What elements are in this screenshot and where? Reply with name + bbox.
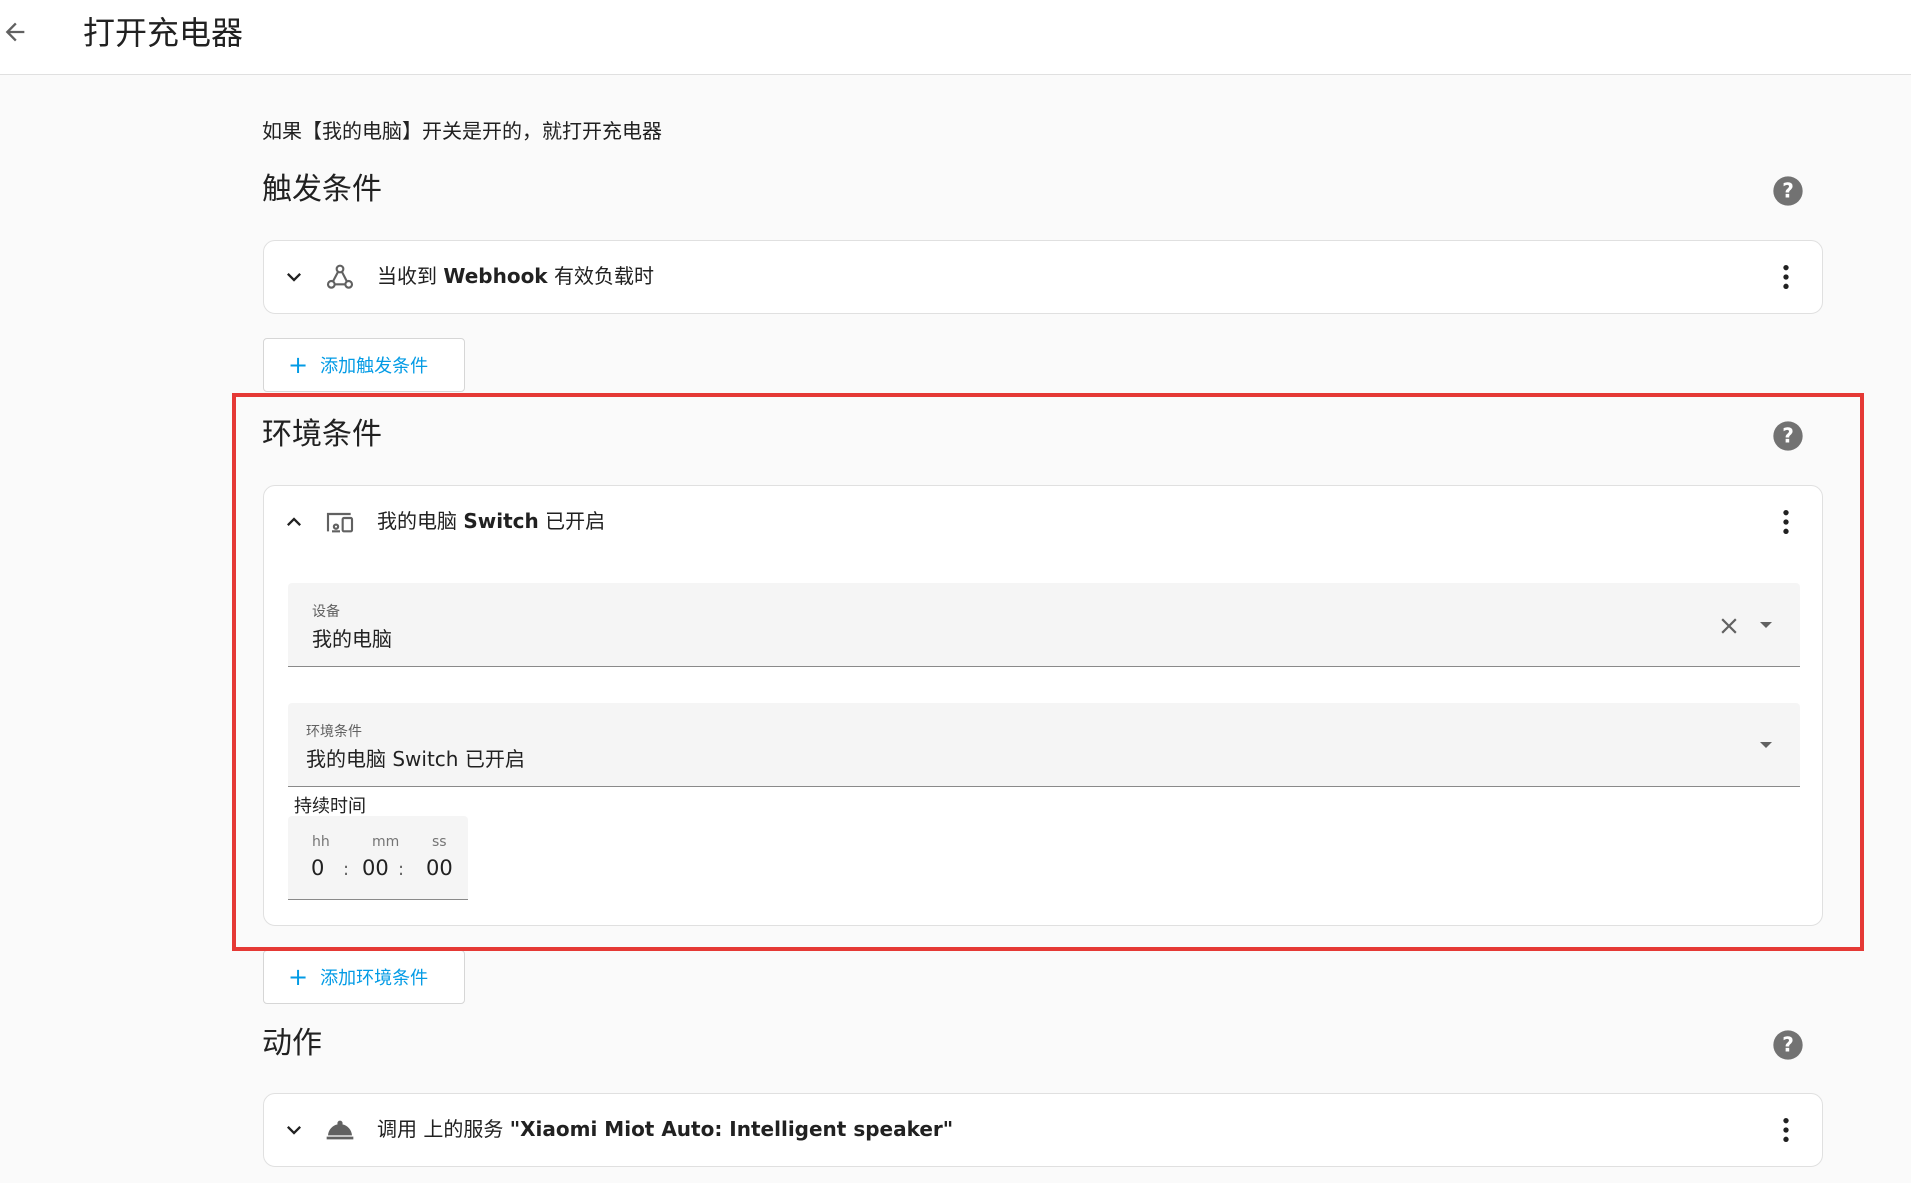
more-vert-icon[interactable] <box>1770 261 1802 293</box>
condition-label: 我的电脑 Switch 已开启 <box>377 506 605 536</box>
more-vert-icon[interactable] <box>1770 1114 1802 1146</box>
arrow-left-icon <box>5 22 25 42</box>
more-vert-icon[interactable] <box>1770 506 1802 538</box>
add-trigger-button[interactable]: + 添加触发条件 <box>263 338 465 392</box>
svg-text:?: ? <box>1782 179 1794 203</box>
condition-select[interactable]: 环境条件 我的电脑 Switch 已开启 <box>288 703 1800 787</box>
device-select[interactable]: 设备 我的电脑 <box>288 583 1800 667</box>
condition-card: 我的电脑 Switch 已开启 设备 我的电脑 环境条件 我的电脑 Switch… <box>263 485 1823 926</box>
automation-description: 如果【我的电脑】开关是开的，就打开充电器 <box>262 119 662 143</box>
seconds-input[interactable]: 00 <box>426 856 453 880</box>
device-select-label: 设备 <box>312 604 340 620</box>
trigger-card: 当收到 Webhook 有效负载时 <box>263 240 1823 314</box>
top-app-bar: 打开充电器 <box>0 0 1911 75</box>
time-separator: : <box>398 859 405 880</box>
condition-select-label: 环境条件 <box>306 724 362 740</box>
help-icon[interactable]: ? <box>1772 420 1804 452</box>
chevron-down-icon[interactable] <box>280 1116 308 1144</box>
trigger-card-header[interactable]: 当收到 Webhook 有效负载时 <box>264 241 1822 313</box>
condition-select-value: 我的电脑 Switch 已开启 <box>306 747 525 771</box>
webhook-icon <box>326 264 354 289</box>
page-title: 打开充电器 <box>83 14 244 52</box>
plus-icon: + <box>288 963 309 991</box>
minutes-label: mm <box>372 834 400 850</box>
device-select-value: 我的电脑 <box>312 627 392 651</box>
hours-label: hh <box>312 834 330 850</box>
add-condition-button[interactable]: + 添加环境条件 <box>263 950 465 1004</box>
action-label-bold: "Xiaomi Miot Auto: Intelligent speaker" <box>509 1117 954 1141</box>
trigger-label-prefix: 当收到 <box>377 264 444 288</box>
help-icon[interactable]: ? <box>1772 175 1804 207</box>
devices-icon <box>326 512 354 533</box>
duration-input: hh mm ss 0 : 00 : 00 <box>288 816 468 900</box>
close-icon[interactable] <box>1716 613 1742 639</box>
condition-label-suffix: 已开启 <box>538 509 606 533</box>
action-label-prefix: 调用 上的服务 <box>377 1117 510 1141</box>
plus-icon: + <box>288 351 309 379</box>
trigger-label-suffix: 有效负载时 <box>547 264 654 288</box>
svg-text:?: ? <box>1782 424 1794 448</box>
duration-label: 持续时间 <box>294 796 366 817</box>
triggers-section-title: 触发条件 <box>262 172 382 207</box>
action-label: 调用 上的服务 "Xiaomi Miot Auto: Intelligent s… <box>377 1114 953 1144</box>
svg-text:?: ? <box>1782 1033 1794 1057</box>
conditions-section-title: 环境条件 <box>262 417 382 452</box>
trigger-label: 当收到 Webhook 有效负载时 <box>377 261 654 291</box>
action-card: 调用 上的服务 "Xiaomi Miot Auto: Intelligent s… <box>263 1093 1823 1167</box>
room-service-icon <box>326 1120 354 1140</box>
time-separator: : <box>343 859 350 880</box>
minutes-input[interactable]: 00 <box>362 856 389 880</box>
add-condition-label: 添加环境条件 <box>320 968 429 989</box>
action-card-header[interactable]: 调用 上的服务 "Xiaomi Miot Auto: Intelligent s… <box>264 1094 1822 1166</box>
chevron-up-icon[interactable] <box>280 508 308 536</box>
back-button[interactable] <box>0 14 30 50</box>
trigger-label-bold: Webhook <box>443 264 548 288</box>
actions-section-title: 动作 <box>262 1026 322 1061</box>
add-trigger-label: 添加触发条件 <box>320 356 429 377</box>
condition-card-header[interactable]: 我的电脑 Switch 已开启 <box>264 486 1822 558</box>
condition-label-prefix: 我的电脑 <box>377 509 464 533</box>
automation-editor: 如果【我的电脑】开关是开的，就打开充电器 触发条件 ? 当收到 Webhook … <box>0 75 1911 1183</box>
arrow-drop-down-icon[interactable] <box>1756 617 1776 633</box>
hours-input[interactable]: 0 <box>311 856 324 880</box>
help-icon[interactable]: ? <box>1772 1029 1804 1061</box>
seconds-label: ss <box>432 834 447 850</box>
chevron-down-icon[interactable] <box>280 263 308 291</box>
arrow-drop-down-icon[interactable] <box>1756 737 1776 753</box>
condition-label-bold: Switch <box>463 509 539 533</box>
